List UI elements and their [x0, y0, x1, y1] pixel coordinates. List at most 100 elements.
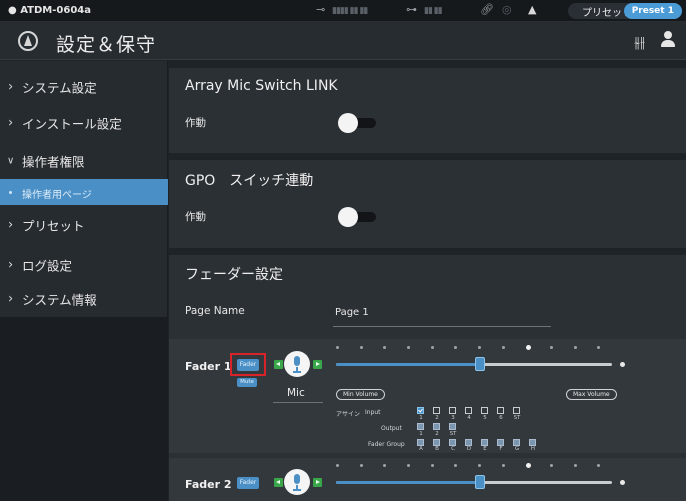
section-title: GPO スイッチ連動: [185, 173, 314, 189]
input-checkbox-st[interactable]: [513, 407, 520, 414]
channel-name: Mic: [287, 387, 305, 399]
logo-icon: [18, 31, 38, 51]
arrow-left-icon[interactable]: [274, 478, 283, 487]
column-label: ST: [513, 415, 521, 421]
input-checkbox-5[interactable]: [481, 407, 488, 414]
fader-group-label: Fader Group: [368, 441, 405, 448]
output-label: Output: [381, 425, 402, 432]
min-volume-button[interactable]: Min Volume: [336, 389, 385, 400]
fader-group-checkbox-c[interactable]: [449, 439, 456, 446]
page-name-input[interactable]: Page 1: [335, 307, 369, 318]
fader-group-checkbox-d[interactable]: [465, 439, 472, 446]
slider-tick: [431, 464, 434, 467]
fader-group-checkbox-a[interactable]: [417, 439, 424, 446]
page-title: 設定＆保守: [56, 34, 157, 56]
mic-icon[interactable]: [284, 469, 310, 495]
mic-icon[interactable]: [284, 351, 310, 377]
sidebar-item-presets[interactable]: › プリセット: [0, 207, 168, 243]
slider-tick: [502, 464, 505, 467]
gpo-toggle[interactable]: [338, 207, 378, 227]
fader-group-checkbox-f[interactable]: [497, 439, 504, 446]
column-label: D: [466, 446, 472, 452]
input-checkbox-3[interactable]: [449, 407, 456, 414]
camera-icon: ◎: [502, 3, 512, 16]
chevron-down-icon: ∨: [7, 155, 15, 167]
preset-value[interactable]: Preset 1: [623, 3, 682, 19]
mixer-icon[interactable]: ⫳⫲: [634, 33, 645, 51]
slider-tick: [574, 464, 577, 467]
sidebar-item-label: プリセット: [22, 218, 85, 234]
column-label: 2: [435, 431, 439, 437]
chevron-right-icon: ›: [8, 257, 14, 273]
sidebar-item-system-settings[interactable]: › システム設定: [0, 69, 168, 105]
slider-tick: [407, 464, 410, 467]
user-icon[interactable]: [660, 31, 676, 49]
main-content: Array Mic Switch LINK 作動 GPO スイッチ連動 作動 フ…: [169, 61, 686, 501]
fader-button[interactable]: Fader: [237, 359, 259, 371]
slider-tick: [502, 346, 505, 349]
sidebar-subitem-operator-page[interactable]: 操作者用ページ: [0, 179, 168, 205]
channel-underline: [273, 402, 323, 403]
fader-row-1: Fader 1 Fader Mute Mic Min Volume Max Vo…: [169, 339, 686, 453]
slider-tick: [454, 346, 457, 349]
link-icon[interactable]: 🔗︎: [480, 3, 494, 17]
slider-end-dot: [620, 480, 625, 485]
input-checkbox-6[interactable]: [497, 407, 504, 414]
output-checkbox-st[interactable]: [449, 423, 456, 430]
slider-tick: [574, 346, 577, 349]
column-label: ST: [449, 431, 457, 437]
mute-button[interactable]: Mute: [237, 378, 257, 387]
arrow-right-icon[interactable]: [313, 360, 322, 369]
level-slider-handle[interactable]: [475, 357, 485, 371]
section-title: Array Mic Switch LINK: [185, 78, 338, 94]
row-label: 作動: [185, 117, 206, 129]
output-checkbox-1[interactable]: [417, 423, 424, 430]
warning-icon[interactable]: ▲: [528, 3, 536, 17]
array-mic-section: Array Mic Switch LINK 作動: [169, 68, 686, 153]
page-name-underline: [333, 326, 551, 327]
column-label: A: [419, 446, 423, 452]
section-title: フェーダー設定: [185, 267, 283, 283]
meter-icon: ▮▮▮▮ ▮▮ ▮▮: [332, 6, 368, 16]
sidebar-item-label: システム設定: [22, 80, 97, 96]
slider-tick: [550, 346, 553, 349]
sidebar-item-install-settings[interactable]: › インストール設定: [0, 105, 168, 141]
fader-button[interactable]: Fader: [237, 477, 259, 489]
input-checkbox-2[interactable]: [433, 407, 440, 414]
column-label: E: [483, 446, 487, 452]
slider-tick: [478, 346, 481, 349]
chevron-right-icon: ›: [8, 291, 14, 307]
output-checkbox-2[interactable]: [433, 423, 440, 430]
fader-group-checkbox-h[interactable]: [529, 439, 536, 446]
slider-tick: [336, 464, 339, 467]
slider-tick: [550, 464, 553, 467]
arrow-left-icon[interactable]: [274, 360, 283, 369]
sidebar-item-operator-permissions[interactable]: ∨ 操作者権限: [0, 143, 168, 179]
arrow-right-icon[interactable]: [313, 478, 322, 487]
column-label: 1: [419, 431, 423, 437]
fader-row-2: Fader 2 Fader: [169, 458, 686, 501]
array-link-toggle[interactable]: [338, 113, 378, 133]
assign-label: アサイン: [336, 411, 361, 418]
slider-end-dot: [620, 362, 625, 367]
fader-group-checkbox-b[interactable]: [433, 439, 440, 446]
preset-selector[interactable]: プリセット Preset 1: [568, 3, 682, 19]
chevron-right-icon: ›: [8, 217, 14, 233]
slider-tick: [597, 464, 600, 467]
max-volume-button[interactable]: Max Volume: [566, 389, 617, 400]
fader-group-checkbox-g[interactable]: [513, 439, 520, 446]
sidebar-item-system-info[interactable]: › システム情報: [0, 281, 168, 317]
slider-tick: [431, 346, 434, 349]
fader-group-checkbox-e[interactable]: [481, 439, 488, 446]
input-label: Input: [365, 409, 381, 416]
slider-tick: [336, 346, 339, 349]
sidebar-item-label: ログ設定: [22, 258, 73, 274]
slider-tick: [478, 464, 481, 467]
slider-tick-unity: [526, 345, 531, 350]
slider-tick-unity: [526, 463, 531, 468]
input-checkbox-4[interactable]: [465, 407, 472, 414]
level-slider-handle[interactable]: [475, 475, 485, 489]
sidebar-item-log-settings[interactable]: › ログ設定: [0, 247, 168, 283]
input-checkbox-1[interactable]: [417, 407, 424, 414]
slider-tick: [383, 464, 386, 467]
